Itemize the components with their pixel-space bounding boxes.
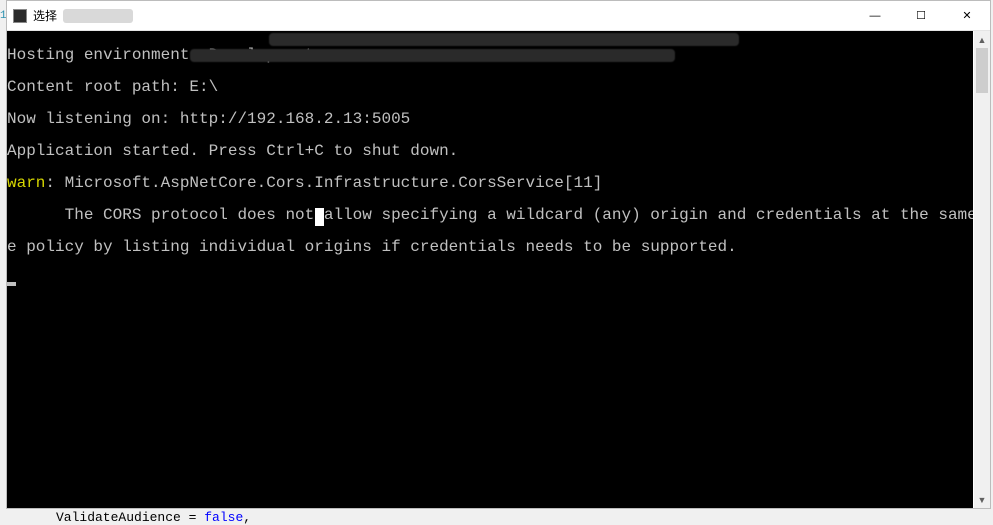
app-icon (13, 9, 27, 23)
scroll-up-button[interactable]: ▲ (974, 31, 990, 48)
obscured-region (190, 49, 675, 62)
output-text: : Microsoft.AspNetCore.Cors.Infrastructu… (45, 174, 602, 192)
window-controls: — ☐ ✕ (852, 1, 990, 30)
window-title: 选择 (33, 7, 57, 24)
scroll-down-button[interactable]: ▼ (974, 491, 990, 508)
titlebar[interactable]: 选择 — ☐ ✕ (7, 1, 990, 31)
maximize-button[interactable]: ☐ (898, 1, 944, 30)
title-obscured (63, 9, 133, 23)
console-window: 选择 — ☐ ✕ Hosting environment: Developmen… (6, 0, 991, 509)
text-cursor (7, 282, 16, 286)
selection-caret (315, 208, 324, 226)
vertical-scrollbar[interactable]: ▲ ▼ (973, 31, 990, 508)
output-line: Application started. Press Ctrl+C to shu… (7, 143, 973, 159)
code-identifier: ValidateAudience (56, 510, 181, 525)
output-line: Now listening on: http://192.168.2.13:50… (7, 111, 973, 127)
output-line (7, 271, 973, 287)
obscured-region (269, 33, 739, 46)
client-area: Hosting environment: Development Content… (7, 31, 990, 508)
minimize-button[interactable]: — (852, 1, 898, 30)
titlebar-left: 选择 (7, 7, 852, 24)
terminal-output[interactable]: Hosting environment: Development Content… (7, 31, 973, 508)
warn-label: warn (7, 174, 45, 192)
scroll-thumb[interactable] (976, 48, 988, 93)
code-operator: = (181, 510, 204, 525)
editor-peek-line: ValidateAudience = false, (56, 510, 251, 525)
output-line: e policy by listing individual origins i… (7, 239, 973, 255)
output-line: Content root path: E:\ (7, 79, 973, 95)
scroll-track[interactable] (974, 48, 990, 491)
code-keyword: false (204, 510, 243, 525)
code-tail: , (243, 510, 251, 525)
output-line: warn: Microsoft.AspNetCore.Cors.Infrastr… (7, 175, 973, 191)
close-button[interactable]: ✕ (944, 1, 990, 30)
output-line: The CORS protocol does not allow specify… (7, 207, 973, 223)
